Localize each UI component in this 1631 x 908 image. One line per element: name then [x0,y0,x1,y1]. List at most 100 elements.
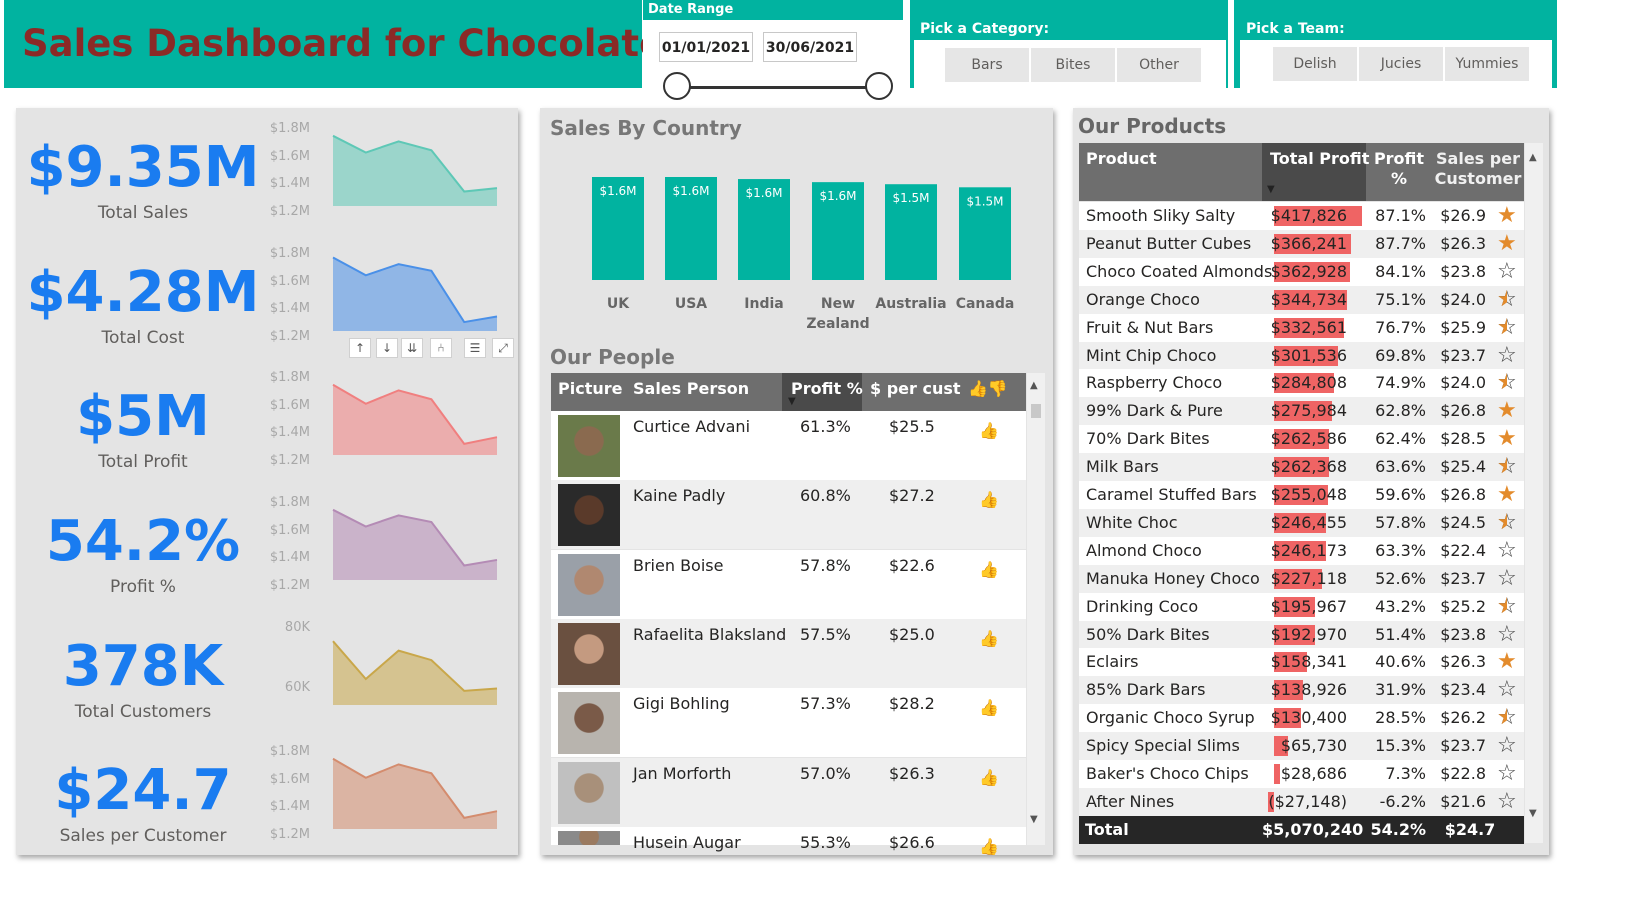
country-category-label: USA [675,296,707,312]
sales-person-name: Rafaelita Blaksland [633,624,787,644]
avatar [558,830,620,845]
people-scroll-thumb[interactable] [1031,404,1041,418]
scroll-up-icon[interactable]: ▲ [1529,152,1537,163]
thumbs-up-icon: 👍 [979,767,999,787]
product-sales-per-customer: $25.9 [1440,317,1486,337]
product-profit: $255,048 [1270,485,1347,504]
team-chip-delish[interactable]: Delish [1273,47,1357,81]
col-picture[interactable]: Picture [558,379,622,398]
people-row[interactable] [551,618,1026,688]
avatar [558,692,620,755]
product-profit: $138,926 [1270,680,1347,700]
product-profit-pct: 7.3% [1385,764,1426,783]
category-chip-bites[interactable]: Bites [1031,48,1115,82]
people-row[interactable] [551,757,1026,827]
products-scrollbar[interactable] [1525,143,1543,843]
scroll-up-icon[interactable]: ▲ [1030,380,1038,391]
product-sales-per-customer: $25.2 [1440,596,1486,616]
col-product[interactable]: Product [1086,149,1157,168]
product-name: Spicy Special Slims [1086,736,1240,756]
product-sales-per-customer: $24.5 [1440,512,1486,532]
people-row[interactable] [551,549,1026,619]
product-profit-pct: 43.2% [1375,596,1426,616]
filter-icon[interactable]: ☰ [464,338,486,358]
thumbs-up-icon: 👍 [979,421,999,440]
per-customer: $25.0 [889,624,935,644]
product-sales-per-customer: $24.0 [1440,289,1486,309]
profit-pct: 57.8% [800,555,851,575]
product-profit-pct: -6.2% [1379,791,1426,811]
sort-desc-icon: ▼ [1267,184,1275,195]
sort-asc-icon[interactable]: ↑ [349,338,371,358]
kpi-axis-tick: $1.6M [269,397,310,413]
date-slider-start-handle[interactable] [663,72,691,100]
col-total-profit[interactable]: Total Profit [1270,149,1369,168]
product-sales-per-customer: $26.2 [1440,708,1486,728]
scroll-down-icon[interactable]: ▼ [1030,814,1038,825]
kpi-sparkline [332,757,498,829]
date-end-input[interactable]: 30/06/2021 [763,32,857,62]
product-profit: $417,826 [1270,206,1347,225]
star-half-icon: ☆★ [1497,314,1517,340]
star-filled-icon: ★ [1497,230,1517,256]
product-name: Mint Chip Choco [1086,345,1217,365]
product-profit-pct: 59.6% [1375,485,1426,504]
product-profit-pct: 87.1% [1375,206,1426,225]
date-slider-end-handle[interactable] [865,72,893,100]
team-chip-yummies[interactable]: Yummies [1445,47,1529,81]
sales-person-name: Gigi Bohling [633,694,730,714]
date-start-input[interactable]: 01/01/2021 [659,32,753,62]
product-sales-per-customer: $23.8 [1440,261,1486,281]
product-profit: $158,341 [1270,652,1347,672]
product-name: Baker's Choco Chips [1086,764,1249,783]
profit-pct: 57.5% [800,624,851,644]
product-profit: $262,368 [1270,457,1347,477]
kpi-label: Total Customers [74,702,212,722]
sales-person-name: Brien Boise [633,555,724,575]
team-chip-jucies[interactable]: Jucies [1359,47,1443,81]
kpi-sparkline [332,256,498,331]
category-chip-other[interactable]: Other [1117,48,1201,82]
product-profit-pct: 63.3% [1375,540,1426,560]
star-half-icon: ☆★ [1497,593,1517,619]
scroll-down-icon[interactable]: ▼ [1529,808,1537,819]
category-chip-bars[interactable]: Bars [945,48,1029,82]
page-title: Sales Dashboard for Chocolates [22,22,687,65]
product-name: Organic Choco Syrup [1086,708,1255,728]
people-row[interactable] [551,688,1026,758]
sort-desc-icon[interactable]: ↓ [376,338,398,358]
country-chart-title: Sales By Country [550,116,742,140]
people-row[interactable] [551,480,1026,550]
product-sales-per-customer: $23.8 [1440,624,1486,644]
col-profit-pct-prod[interactable]: Profit % [1370,149,1428,189]
col-thumbs[interactable]: 👍👎 [968,379,1008,398]
sparkline-area [333,509,497,580]
sparkline-area [333,641,497,705]
product-profit: $332,561 [1270,317,1347,337]
per-customer: $25.5 [889,417,935,436]
expand-all-icon[interactable]: ⇊ [401,338,423,358]
people-row[interactable] [551,826,1026,845]
kpi-axis-tick: $1.8M [269,370,310,385]
country-category-label: Zealand [806,316,869,332]
col-sales-per-customer[interactable]: Sales per Customer [1434,149,1522,189]
kpi-value: $9.35M [26,135,260,200]
product-profit: ($27,148) [1268,791,1347,811]
product-name: Peanut Butter Cubes [1086,233,1252,253]
product-name: Orange Choco [1086,289,1200,309]
col-sales-person[interactable]: Sales Person [633,379,749,398]
focus-mode-icon[interactable]: ⤢ [492,338,514,358]
product-profit-pct: 62.4% [1375,429,1426,449]
date-slider-track[interactable] [677,86,879,89]
kpi-axis-tick: $1.2M [269,203,310,219]
people-row[interactable] [551,411,1026,480]
people-scrollbar[interactable] [1027,373,1045,845]
kpi-label: Sales per Customer [59,826,227,846]
drill-icon[interactable]: ⑃ [430,338,452,358]
per-customer: $26.3 [889,763,935,783]
product-name: 85% Dark Bars [1086,680,1206,700]
col-per-cust[interactable]: $ per cust [870,379,961,398]
thumbs-up-icon: 👍 [979,490,999,510]
col-profit-pct[interactable]: Profit % [791,379,863,398]
product-sales-per-customer: $25.4 [1440,457,1486,477]
